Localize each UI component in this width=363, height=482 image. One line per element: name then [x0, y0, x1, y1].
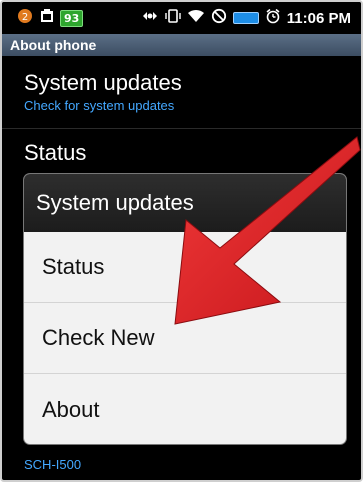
status-clock: 11:06 PM [286, 9, 351, 27]
sim-icon [39, 8, 55, 28]
dialog-option-check-new[interactable]: Check New [24, 303, 346, 374]
alarm-icon [265, 8, 281, 28]
dialog-option-status[interactable]: Status [24, 232, 346, 303]
list-item-title: System updates [24, 70, 182, 95]
status-bar-right: 11:06 PM [141, 8, 361, 28]
svg-text:2: 2 [22, 12, 28, 23]
battery-level-badge: 93 [60, 9, 84, 27]
sync-icon [141, 8, 159, 28]
status-bar: 2 93 11:06 PM [2, 2, 361, 34]
battery-icon [232, 12, 259, 24]
list-item-system-updates[interactable]: System updates Check for system updates [2, 70, 182, 113]
list-item-title: Status [24, 140, 87, 165]
model-number: SCH-I500 [24, 457, 82, 472]
notification-badge-icon: 2 [16, 7, 34, 29]
no-entry-icon [211, 8, 227, 28]
system-updates-dialog: System updates Status Check New About [24, 174, 346, 444]
title-bar: About phone [2, 34, 361, 56]
dialog-option-about[interactable]: About [24, 374, 346, 444]
list-item-subtitle: Check for system updates [24, 98, 175, 113]
status-bar-left: 2 93 [2, 7, 84, 29]
vibrate-icon [165, 8, 181, 28]
dialog-title: System updates [24, 174, 346, 232]
wifi-icon [187, 8, 205, 28]
list-item-status[interactable]: Status [2, 140, 86, 166]
phone-screen: 2 93 11:06 PM About phone System updates… [0, 0, 363, 482]
divider [2, 128, 361, 129]
